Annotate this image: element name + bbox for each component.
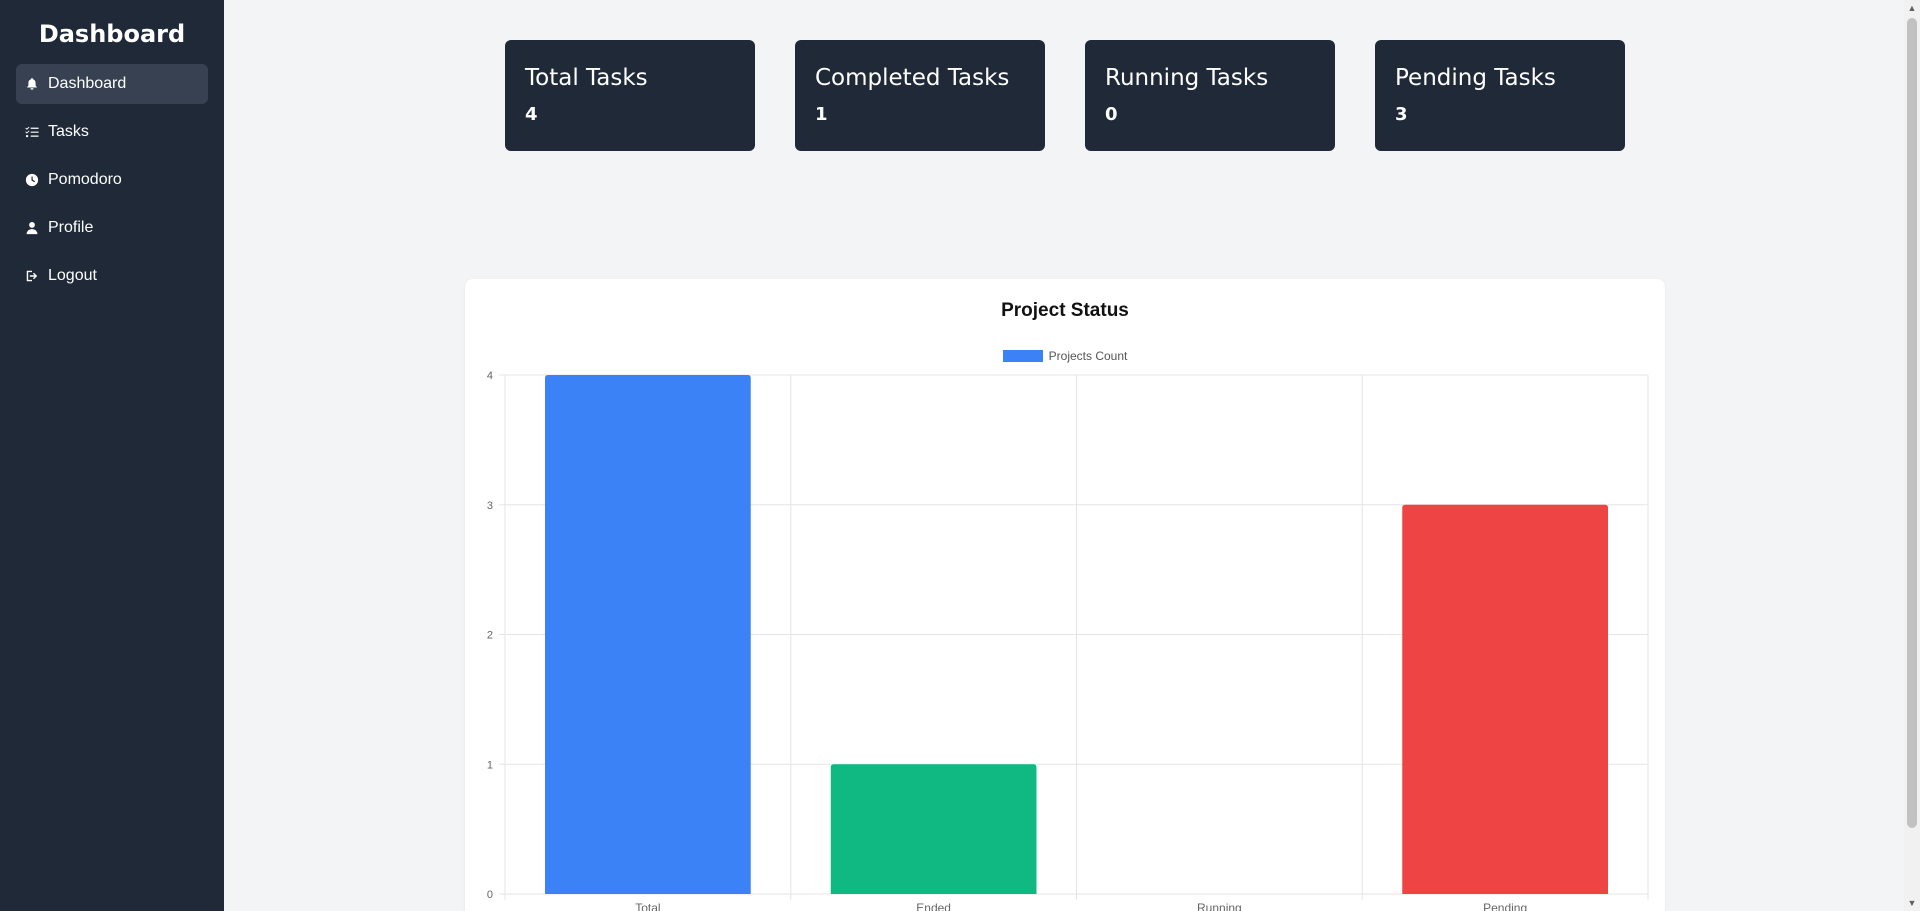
sidebar-nav: Dashboard Tasks Pomodoro Profile Logout	[0, 64, 224, 296]
sidebar-item-label: Pomodoro	[48, 171, 122, 188]
bar-total	[545, 375, 751, 894]
y-tick-label: 2	[487, 630, 493, 642]
stat-card-pending: Pending Tasks 3	[1375, 40, 1625, 151]
stat-title: Pending Tasks	[1395, 65, 1556, 91]
scroll-down-arrow-icon[interactable]: ▼	[1904, 895, 1920, 911]
sidebar-item-profile[interactable]: Profile	[16, 208, 208, 248]
clock-icon	[24, 172, 40, 188]
bar-chart: 0 1 2 3 4 Total Ended Running Pending	[487, 370, 1649, 911]
stat-value: 1	[815, 104, 828, 125]
sidebar-item-label: Tasks	[48, 123, 89, 140]
sidebar-item-pomodoro[interactable]: Pomodoro	[16, 160, 208, 200]
sidebar-item-label: Logout	[48, 267, 97, 284]
main-content: Total Tasks 4 Completed Tasks 1 Running …	[224, 0, 1904, 911]
bar-pending	[1402, 504, 1608, 894]
sidebar-item-dashboard[interactable]: Dashboard	[16, 64, 208, 104]
sidebar-item-tasks[interactable]: Tasks	[16, 112, 208, 152]
x-tick-label: Running	[1197, 901, 1242, 911]
sidebar-item-label: Profile	[48, 219, 94, 236]
x-tick-label: Total	[635, 901, 660, 911]
stat-title: Completed Tasks	[815, 65, 1010, 91]
stat-card-total: Total Tasks 4	[505, 40, 755, 151]
sidebar-title: Dashboard	[38, 20, 186, 48]
stat-card-running: Running Tasks 0	[1085, 40, 1335, 151]
sidebar-item-logout[interactable]: Logout	[16, 256, 208, 296]
y-tick-label: 4	[487, 370, 493, 382]
stat-title: Total Tasks	[525, 65, 648, 91]
x-tick-label: Pending	[1483, 901, 1527, 911]
stat-value: 3	[1395, 104, 1408, 125]
list-check-icon	[24, 124, 40, 140]
y-tick-label: 1	[487, 759, 493, 771]
bell-icon	[24, 76, 40, 92]
vertical-scrollbar[interactable]: ▲ ▼	[1904, 0, 1920, 911]
bar-ended	[830, 764, 1037, 894]
y-tick-label: 0	[487, 889, 493, 901]
scroll-up-arrow-icon[interactable]: ▲	[1904, 0, 1920, 16]
sidebar: Dashboard Dashboard Tasks Pomodoro Profi…	[0, 0, 224, 911]
x-tick-label: Ended	[916, 901, 951, 911]
stat-title: Running Tasks	[1105, 65, 1269, 91]
scrollbar-thumb[interactable]	[1907, 18, 1917, 828]
sidebar-item-label: Dashboard	[48, 75, 127, 92]
stat-card-completed: Completed Tasks 1	[795, 40, 1045, 151]
stat-value: 4	[525, 104, 538, 125]
user-icon	[24, 220, 40, 236]
project-status-chart-card: Project Status Projects Count 0 1 2 3 4 Total…	[465, 279, 1665, 911]
stat-value: 0	[1105, 104, 1118, 125]
logout-icon	[24, 268, 40, 284]
y-tick-label: 3	[487, 500, 493, 512]
